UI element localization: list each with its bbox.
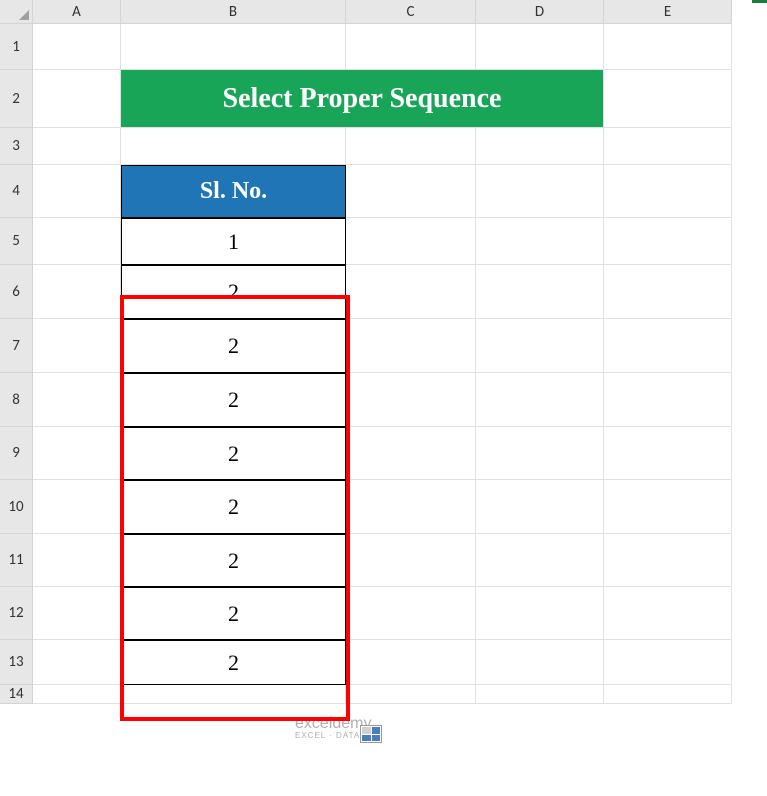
row-header-14[interactable]: 14 — [0, 685, 33, 704]
table-data-cell-1[interactable]: 2 — [121, 265, 346, 319]
cell-C11[interactable] — [346, 534, 476, 587]
row-header-5[interactable]: 5 — [0, 218, 33, 265]
row-header-12[interactable]: 12 — [0, 587, 33, 640]
cell-C3[interactable] — [346, 128, 476, 165]
row-header-10[interactable]: 10 — [0, 480, 33, 534]
cell-A11[interactable] — [33, 534, 121, 587]
cell-D4[interactable] — [476, 165, 604, 218]
cell-A8[interactable] — [33, 373, 121, 427]
cell-D8[interactable] — [476, 373, 604, 427]
cell-C5[interactable] — [346, 218, 476, 265]
cell-D1[interactable] — [476, 24, 604, 70]
table-data-cell-7[interactable]: 2 — [121, 587, 346, 640]
cell-E10[interactable] — [604, 480, 732, 534]
cell-E14[interactable] — [604, 685, 732, 704]
cell-C14[interactable] — [346, 685, 476, 704]
cell-C12[interactable] — [346, 587, 476, 640]
column-header-A[interactable]: A — [33, 0, 121, 24]
cell-A1[interactable] — [33, 24, 121, 70]
cell-D10[interactable] — [476, 480, 604, 534]
cell-E12[interactable] — [604, 587, 732, 640]
row-header-13[interactable]: 13 — [0, 640, 33, 685]
table-data-cell-6[interactable]: 2 — [121, 534, 346, 587]
select-all-corner[interactable] — [0, 0, 33, 24]
cell-C13[interactable] — [346, 640, 476, 685]
column-header-E[interactable]: E — [604, 0, 732, 24]
cell-A14[interactable] — [33, 685, 121, 704]
column-header-D[interactable]: D — [476, 0, 604, 24]
cell-A5[interactable] — [33, 218, 121, 265]
cell-C8[interactable] — [346, 373, 476, 427]
cell-E13[interactable] — [604, 640, 732, 685]
cell-A9[interactable] — [33, 427, 121, 480]
row-header-4[interactable]: 4 — [0, 165, 33, 218]
spreadsheet-grid: A B C D E 1 2 Select Proper Sequence 3 4… — [0, 0, 767, 704]
cell-C1[interactable] — [346, 24, 476, 70]
row-header-8[interactable]: 8 — [0, 373, 33, 427]
column-header-C[interactable]: C — [346, 0, 476, 24]
cell-C6[interactable] — [346, 265, 476, 319]
cell-D11[interactable] — [476, 534, 604, 587]
table-data-cell-5[interactable]: 2 — [121, 480, 346, 534]
table-data-cell-0[interactable]: 1 — [121, 218, 346, 265]
title-cell[interactable]: Select Proper Sequence — [121, 70, 604, 128]
cell-D12[interactable] — [476, 587, 604, 640]
cell-E1[interactable] — [604, 24, 732, 70]
cell-E2[interactable] — [604, 70, 732, 128]
cell-D13[interactable] — [476, 640, 604, 685]
cell-E7[interactable] — [604, 319, 732, 373]
cell-E11[interactable] — [604, 534, 732, 587]
table-data-cell-2[interactable]: 2 — [121, 319, 346, 373]
cell-E5[interactable] — [604, 218, 732, 265]
column-header-B[interactable]: B — [121, 0, 346, 24]
autofill-options-icon[interactable] — [360, 725, 382, 743]
cell-A12[interactable] — [33, 587, 121, 640]
row-header-9[interactable]: 9 — [0, 427, 33, 480]
cell-E9[interactable] — [604, 427, 732, 480]
cell-D5[interactable] — [476, 218, 604, 265]
cell-A13[interactable] — [33, 640, 121, 685]
cell-B1[interactable] — [121, 24, 346, 70]
cell-A2[interactable] — [33, 70, 121, 128]
cell-C9[interactable] — [346, 427, 476, 480]
cell-D3[interactable] — [476, 128, 604, 165]
cell-D7[interactable] — [476, 319, 604, 373]
row-header-3[interactable]: 3 — [0, 128, 33, 165]
row-header-1[interactable]: 1 — [0, 24, 33, 70]
row-header-7[interactable]: 7 — [0, 319, 33, 373]
cell-C4[interactable] — [346, 165, 476, 218]
cell-D9[interactable] — [476, 427, 604, 480]
row-header-11[interactable]: 11 — [0, 534, 33, 587]
table-data-cell-8[interactable]: 2 — [121, 640, 346, 685]
row-header-2[interactable]: 2 — [0, 70, 33, 128]
cell-E8[interactable] — [604, 373, 732, 427]
cell-C10[interactable] — [346, 480, 476, 534]
cell-A3[interactable] — [33, 128, 121, 165]
cell-D14[interactable] — [476, 685, 604, 704]
cell-E6[interactable] — [604, 265, 732, 319]
row-header-6[interactable]: 6 — [0, 265, 33, 319]
cell-A7[interactable] — [33, 319, 121, 373]
table-data-cell-3[interactable]: 2 — [121, 373, 346, 427]
cell-A10[interactable] — [33, 480, 121, 534]
top-accent — [752, 0, 767, 3]
cell-E4[interactable] — [604, 165, 732, 218]
cell-A4[interactable] — [33, 165, 121, 218]
cell-B3[interactable] — [121, 128, 346, 165]
cell-E3[interactable] — [604, 128, 732, 165]
table-header-cell[interactable]: Sl. No. — [121, 165, 346, 218]
cell-A6[interactable] — [33, 265, 121, 319]
table-data-cell-4[interactable]: 2 — [121, 427, 346, 480]
cell-B14[interactable] — [121, 685, 346, 704]
cell-C7[interactable] — [346, 319, 476, 373]
cell-D6[interactable] — [476, 265, 604, 319]
